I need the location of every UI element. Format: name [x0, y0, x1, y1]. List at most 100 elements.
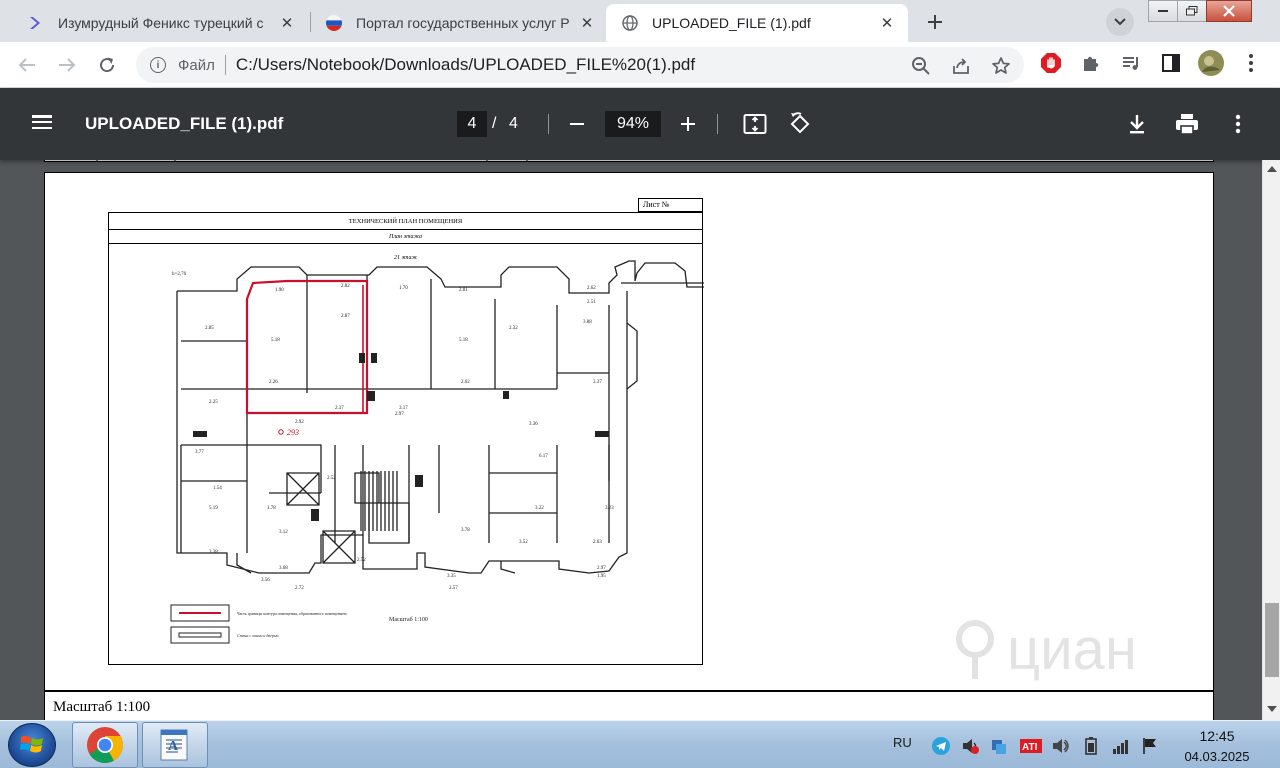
windows-logo-icon: [20, 735, 43, 753]
svg-text:2.97: 2.97: [395, 412, 404, 417]
telegram-icon[interactable]: [932, 737, 950, 755]
svg-text:3.38: 3.38: [209, 550, 218, 555]
address-bar[interactable]: i Файл C:/Users/Notebook/Downloads/UPLOA…: [136, 47, 1024, 83]
extensions-button[interactable]: [1078, 50, 1104, 76]
svg-text:5.19: 5.19: [209, 506, 218, 511]
download-button[interactable]: [1123, 110, 1151, 138]
svg-text:5.18: 5.18: [271, 338, 280, 343]
pdf-sidebar-menu-button[interactable]: [30, 112, 54, 136]
address-url[interactable]: C:/Users/Notebook/Downloads/UPLOADED_FIL…: [236, 55, 695, 75]
floor-plan-sheet: Лист № ТЕХНИЧЕСКИЙ ПЛАН ПОМЕЩЕНИЯ План э…: [108, 198, 704, 665]
plus-icon: [681, 117, 695, 131]
chrome-menu-button[interactable]: [1238, 50, 1264, 76]
pdf-page: Лист № ТЕХНИЧЕСКИЙ ПЛАН ПОМЕЩЕНИЯ План э…: [44, 172, 1214, 720]
close-window-button[interactable]: [1206, 0, 1252, 22]
restore-button[interactable]: [1177, 0, 1207, 22]
ati-catalyst-icon[interactable]: ATI: [1020, 737, 1042, 755]
playlist-icon: [1123, 57, 1138, 70]
new-tab-button[interactable]: [921, 8, 949, 36]
taskbar-wordpad-button[interactable]: A: [142, 722, 208, 768]
forward-button[interactable]: [52, 50, 82, 80]
browser-toolbar: i Файл C:/Users/Notebook/Downloads/UPLOA…: [0, 42, 1280, 88]
media-controls-button[interactable]: [1118, 50, 1144, 76]
volume-icon[interactable]: [961, 737, 979, 755]
svg-text:2.82: 2.82: [341, 284, 350, 289]
avatar-icon: [1198, 50, 1224, 76]
svg-text:1.90: 1.90: [275, 288, 284, 293]
taskbar-chrome-button[interactable]: [72, 722, 138, 768]
address-divider: [224, 55, 226, 75]
svg-text:2.52: 2.52: [327, 476, 336, 481]
window-controls: [1148, 0, 1252, 22]
toolbar-divider: [717, 114, 718, 134]
tab-title: Изумрудный Феникс турецкий с: [58, 15, 264, 31]
adblock-extension-button[interactable]: [1038, 50, 1064, 76]
page-scale-label: Масштаб 1:100: [53, 699, 151, 715]
side-panel-button[interactable]: [1158, 50, 1184, 76]
svg-text:2.87: 2.87: [341, 314, 350, 319]
tab-gosuslugi[interactable]: Портал государственных услуг Р ✕: [310, 4, 608, 42]
svg-text:3.22: 3.22: [535, 506, 544, 511]
ceiling-height-label: h=2,76: [172, 272, 187, 277]
pdf-toolbar: UPLOADED_FILE (1).pdf 4 / 4 94%: [0, 88, 1280, 160]
fit-to-page-button[interactable]: [741, 110, 769, 138]
pdf-document-title: UPLOADED_FILE (1).pdf: [85, 114, 284, 133]
clock-time: 12:45: [1199, 728, 1235, 744]
pdf-viewport[interactable]: Лист № ТЕХНИЧЕСКИЙ ПЛАН ПОМЕЩЕНИЯ План э…: [0, 160, 1280, 720]
page-divider-line: [45, 690, 1213, 692]
zoom-out-button[interactable]: [563, 110, 591, 138]
zoom-level-input[interactable]: 94%: [605, 111, 661, 137]
close-tab-icon[interactable]: ✕: [278, 14, 296, 32]
scroll-up-arrow-icon[interactable]: [1267, 166, 1277, 172]
zoom-indicator-button[interactable]: [908, 53, 934, 79]
svg-text:2.62: 2.62: [461, 380, 470, 385]
svg-text:2.25: 2.25: [209, 400, 218, 405]
cian-watermark-logo: циан: [956, 617, 1137, 682]
scroll-down-arrow-icon[interactable]: [1267, 706, 1277, 712]
start-button[interactable]: [8, 723, 56, 767]
svg-text:3.56: 3.56: [261, 578, 270, 583]
rotate-button[interactable]: [786, 110, 814, 138]
arrow-right-icon: [59, 58, 76, 72]
minimize-button[interactable]: [1148, 0, 1178, 22]
signal-bars-icon[interactable]: [1112, 737, 1130, 755]
speaker-icon[interactable]: [1051, 737, 1069, 755]
tab-uploaded-file[interactable]: UPLOADED_FILE (1).pdf ✕: [606, 4, 908, 42]
floor-plan-drawing: 1.90 2.82 1.70 2.81 2.62 2.51 2.85 5.18 2.87 3…: [170, 260, 704, 644]
svg-text:2.32: 2.32: [509, 326, 518, 331]
info-icon[interactable]: i: [150, 57, 166, 73]
zoom-in-button[interactable]: [674, 110, 702, 138]
svg-text:2.52: 2.52: [357, 558, 366, 563]
bookmark-button[interactable]: [988, 53, 1014, 79]
page-total: 4: [509, 115, 518, 132]
profile-button[interactable]: [1198, 50, 1224, 76]
tab-search-button[interactable]: [1106, 8, 1134, 36]
reload-button[interactable]: [92, 50, 122, 80]
scrollbar-thumb[interactable]: [1265, 603, 1279, 677]
kebab-menu-icon: [1235, 114, 1241, 134]
action-center-flag-icon[interactable]: [1141, 737, 1159, 755]
print-button[interactable]: [1173, 110, 1201, 138]
share-button[interactable]: [948, 53, 974, 79]
network-tray-icon[interactable]: [990, 737, 1008, 755]
address-scheme-label: Файл: [178, 56, 215, 74]
arrow-left-icon: [18, 58, 35, 72]
legend-boundary-label: Часть границы контура помещения, образов…: [237, 611, 347, 617]
language-indicator[interactable]: RU: [893, 735, 912, 750]
vertical-scrollbar[interactable]: [1262, 160, 1280, 720]
svg-text:3.77: 3.77: [195, 450, 204, 455]
page-number-input[interactable]: 4: [457, 111, 487, 137]
svg-text:2.85: 2.85: [205, 326, 214, 331]
tab-izumrudny[interactable]: Изумрудный Феникс турецкий с ✕: [12, 4, 308, 42]
battery-power-icon[interactable]: [1082, 737, 1100, 755]
taskbar-clock[interactable]: 12:45 04.03.2025: [1170, 728, 1264, 764]
svg-text:ATI: ATI: [1022, 742, 1038, 753]
close-tab-icon[interactable]: ✕: [878, 14, 896, 32]
adblock-hand-icon: [1041, 53, 1061, 73]
back-button[interactable]: [12, 50, 42, 80]
previous-page-bottom: [44, 160, 1214, 162]
svg-text:2.57: 2.57: [449, 586, 458, 591]
svg-text:2.51: 2.51: [587, 300, 596, 305]
close-tab-icon[interactable]: ✕: [578, 14, 596, 32]
pdf-more-actions-button[interactable]: [1224, 110, 1252, 138]
